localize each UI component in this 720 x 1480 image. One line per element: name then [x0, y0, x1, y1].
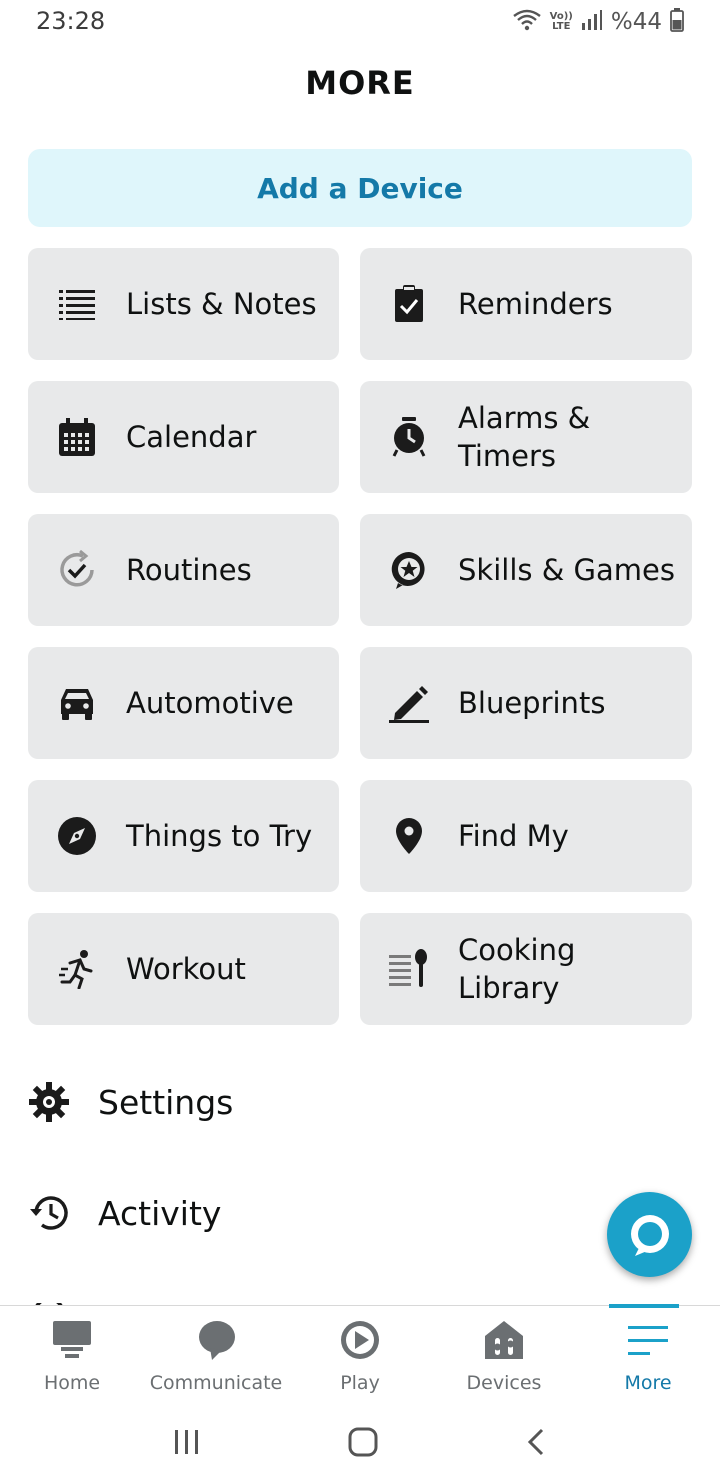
tile-label: Alarms & Timers — [458, 401, 591, 473]
location-pin-icon — [388, 815, 430, 857]
add-device-label: Add a Device — [257, 171, 463, 205]
car-icon — [56, 682, 98, 724]
tile-label: Cooking Library — [458, 933, 576, 1005]
nav-play[interactable]: Play — [288, 1306, 432, 1407]
tile-automotive[interactable]: Automotive — [28, 647, 339, 759]
volte-bottom: LTE — [552, 21, 571, 32]
tile-label: Automotive — [126, 686, 294, 720]
nav-label: Home — [43, 1372, 101, 1394]
tile-blueprints[interactable]: Blueprints — [360, 647, 692, 759]
battery-icon — [670, 8, 684, 36]
tile-workout[interactable]: Workout — [28, 913, 339, 1025]
nav-more[interactable]: More — [576, 1304, 720, 1407]
bottom-navigation: Home Communicate Play Devices More — [0, 1304, 720, 1407]
alarm-clock-icon — [388, 416, 430, 458]
tile-label: Skills & Games — [458, 553, 675, 587]
list-icon — [56, 283, 98, 325]
nav-label: Communicate — [149, 1372, 283, 1394]
nav-devices[interactable]: Devices — [432, 1306, 576, 1407]
settings-label: Settings — [98, 1082, 234, 1122]
alexa-icon — [630, 1214, 669, 1256]
clipboard-check-icon — [388, 283, 430, 325]
tile-label: Blueprints — [458, 686, 606, 720]
system-navigation-bar — [0, 1407, 720, 1480]
tile-calendar[interactable]: Calendar — [28, 381, 339, 493]
status-bar: 23:28 Vo)) LTE %44 — [0, 0, 720, 44]
tile-find-my[interactable]: Find My — [360, 780, 692, 892]
page-title: MORE — [305, 64, 415, 102]
cooking-spoon-icon — [388, 948, 430, 990]
back-icon[interactable] — [524, 1427, 548, 1461]
tile-label: Lists & Notes — [126, 287, 317, 321]
tile-label: Find My — [458, 819, 569, 853]
pencil-icon — [388, 682, 430, 724]
alexa-voice-button[interactable] — [607, 1192, 692, 1277]
activity-row[interactable]: Activity — [28, 1173, 221, 1253]
tile-label: Things to Try — [126, 819, 313, 853]
tile-label: Reminders — [458, 287, 613, 321]
recent-apps-icon[interactable] — [172, 1428, 202, 1460]
history-icon — [28, 1192, 70, 1234]
settings-row[interactable]: Settings — [28, 1062, 233, 1142]
tile-label: Calendar — [126, 420, 257, 454]
play-icon — [338, 1318, 382, 1362]
nav-label: Play — [340, 1372, 380, 1394]
add-device-button[interactable]: Add a Device — [28, 149, 692, 227]
tile-skills-games[interactable]: Skills & Games — [360, 514, 692, 626]
battery-percent: %44 — [610, 9, 662, 35]
tile-cooking-library[interactable]: Cooking Library — [360, 913, 692, 1025]
wifi-icon — [512, 8, 542, 36]
nav-communicate[interactable]: Communicate — [144, 1306, 288, 1407]
tile-label: Routines — [126, 553, 252, 587]
nav-label: Devices — [466, 1372, 542, 1394]
calendar-icon — [56, 416, 98, 458]
devices-icon — [482, 1318, 526, 1362]
tile-things-to-try[interactable]: Things to Try — [28, 780, 339, 892]
signal-icon — [581, 9, 603, 35]
tile-reminders[interactable]: Reminders — [360, 248, 692, 360]
status-icons: Vo)) LTE %44 — [512, 8, 684, 36]
tile-lists-notes[interactable]: Lists & Notes — [28, 248, 339, 360]
volte-indicator: Vo)) LTE — [550, 12, 573, 32]
compass-icon — [56, 815, 98, 857]
skills-star-icon — [388, 549, 430, 591]
hamburger-menu-icon — [626, 1318, 670, 1362]
gear-icon — [28, 1081, 70, 1123]
tile-label: Workout — [126, 952, 246, 986]
home-icon — [50, 1318, 94, 1362]
tile-routines[interactable]: Routines — [28, 514, 339, 626]
chat-bubble-icon — [194, 1318, 238, 1362]
nav-label: More — [624, 1372, 672, 1394]
running-person-icon — [56, 948, 98, 990]
nav-home[interactable]: Home — [0, 1306, 144, 1407]
routine-check-icon — [56, 549, 98, 591]
tile-alarms-timers[interactable]: Alarms & Timers — [360, 381, 692, 493]
home-button-icon[interactable] — [347, 1426, 379, 1462]
status-time: 23:28 — [36, 7, 106, 35]
activity-label: Activity — [98, 1193, 222, 1233]
feature-grid: Lists & Notes Reminders Calendar Alarms … — [28, 248, 692, 1025]
